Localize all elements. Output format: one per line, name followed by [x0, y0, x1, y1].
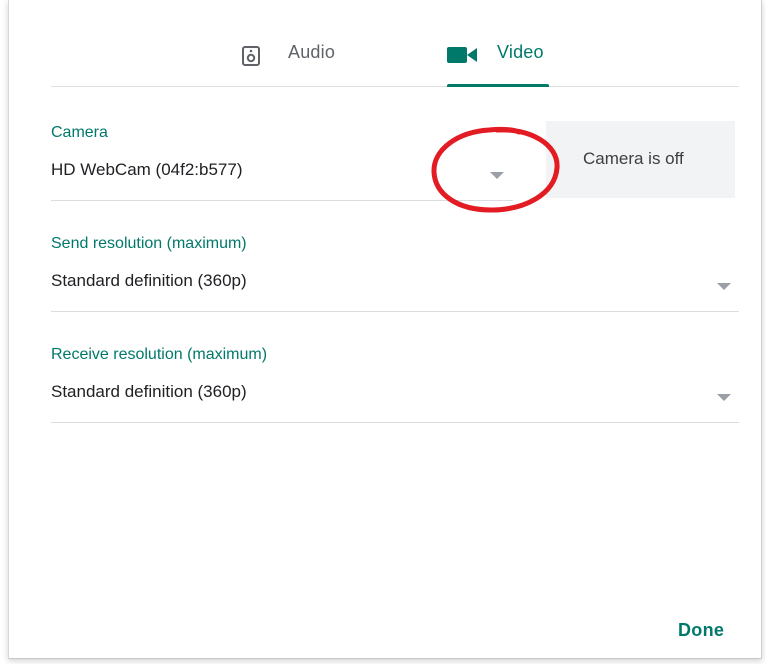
camera-select: Camera HD WebCam (04f2:b577) — [51, 124, 513, 201]
receive-resolution-select: Receive resolution (maximum) Standard de… — [51, 346, 739, 423]
receive-resolution-value: Standard definition (360p) — [51, 382, 247, 401]
camera-label: Camera — [51, 124, 108, 141]
tab-video[interactable]: Video — [447, 0, 549, 87]
done-button[interactable]: Done — [664, 606, 744, 646]
tab-audio[interactable]: Audio — [227, 0, 377, 86]
active-tab-indicator — [447, 84, 549, 87]
chevron-down-icon[interactable] — [490, 172, 504, 179]
receive-resolution-label: Receive resolution (maximum) — [51, 346, 268, 363]
camera-value: HD WebCam (04f2:b577) — [51, 160, 243, 179]
video-camera-icon — [447, 46, 477, 69]
send-resolution-label: Send resolution (maximum) — [51, 235, 247, 252]
camera-preview: Camera is off — [546, 121, 735, 198]
camera-status-text: Camera is off — [583, 149, 684, 168]
chevron-down-icon[interactable] — [717, 394, 731, 401]
tab-video-label: Video — [497, 42, 544, 62]
send-resolution-value: Standard definition (360p) — [51, 271, 247, 290]
send-resolution-select: Send resolution (maximum) Standard defin… — [51, 235, 739, 312]
settings-dialog: Audio Video Camera HD WebCam (04f2:b577)… — [8, 0, 762, 659]
chevron-down-icon[interactable] — [717, 283, 731, 290]
speaker-icon — [242, 46, 260, 71]
settings-tabs: Audio Video — [51, 0, 739, 87]
tab-audio-label: Audio — [288, 42, 336, 62]
